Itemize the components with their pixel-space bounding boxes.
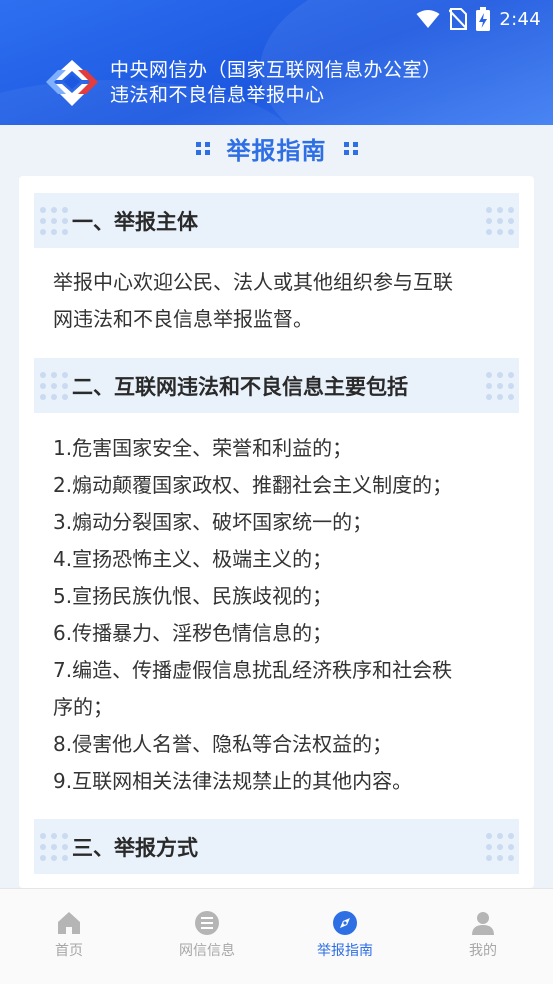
- content-types-list: 1.危害国家安全、荣誉和利益的； 2.煽动颠覆国家政权、推翻社会主义制度的； 3…: [53, 430, 513, 800]
- dots-decoration-icon: [486, 207, 514, 235]
- dots-decoration-icon: [40, 207, 68, 235]
- cac-logo: [46, 60, 98, 106]
- app-header: 2:44 中央网信办（国家互联网信息办公室） 违法和不良信息举报中心: [0, 0, 553, 125]
- section-title: 二、互联网违法和不良信息主要包括: [72, 374, 408, 399]
- tab-home[interactable]: 首页: [14, 909, 124, 960]
- bottom-tab-bar: 首页 网信信息 举报指南 我的: [0, 888, 553, 984]
- list-item: 序的；: [53, 695, 113, 719]
- org-name-line1: 中央网信办（国家互联网信息办公室）: [110, 59, 442, 81]
- compass-icon: [333, 911, 357, 935]
- body-line: 网违法和不良信息举报监督。: [53, 307, 313, 331]
- dots-decoration-icon: [486, 833, 514, 861]
- status-bar: 2:44: [416, 7, 541, 31]
- home-icon: [58, 912, 80, 934]
- list-item: 2.煽动颠覆国家政权、推翻社会主义制度的；: [53, 473, 453, 497]
- section-title: 一、举报主体: [72, 209, 198, 234]
- list-item: 5.宣扬民族仇恨、民族歧视的；: [53, 584, 333, 608]
- list-item: 6.传播暴力、淫秽色情信息的；: [53, 621, 333, 645]
- tab-mine[interactable]: 我的: [428, 909, 538, 960]
- list-item: 8.侵害他人名誉、隐私等合法权益的；: [53, 732, 393, 756]
- no-sim-icon: [449, 8, 468, 30]
- dots-decoration-icon: [486, 372, 514, 400]
- guide-card[interactable]: 一、举报主体 举报中心欢迎公民、法人或其他组织参与互联 网违法和不良信息举报监督…: [19, 176, 534, 888]
- tab-label: 网信信息: [179, 943, 235, 959]
- section-body-subject: 举报中心欢迎公民、法人或其他组织参与互联 网违法和不良信息举报监督。: [53, 264, 513, 338]
- section-header-content-types: 二、互联网违法和不良信息主要包括: [34, 358, 519, 413]
- tab-label: 首页: [55, 943, 83, 959]
- page-title: 举报指南: [0, 129, 553, 167]
- tab-label: 举报指南: [317, 943, 373, 959]
- body-line: 举报中心欢迎公民、法人或其他组织参与互联: [53, 270, 453, 294]
- dots-decoration-icon: [195, 142, 210, 155]
- wifi-icon: [416, 10, 440, 28]
- org-name: 中央网信办（国家互联网信息办公室） 违法和不良信息举报中心: [110, 58, 442, 108]
- tab-cac-info[interactable]: 网信信息: [152, 909, 262, 960]
- tab-label: 我的: [469, 943, 497, 959]
- list-item: 7.编造、传播虚假信息扰乱经济秩序和社会秩: [53, 658, 453, 682]
- list-item: 3.煽动分裂国家、破坏国家统一的；: [53, 510, 373, 534]
- tab-report-guide[interactable]: 举报指南: [290, 909, 400, 960]
- list-item: 9.互联网相关法律法规禁止的其他内容。: [53, 769, 413, 793]
- section-header-methods: 三、举报方式: [34, 819, 519, 874]
- dots-decoration-icon: [40, 372, 68, 400]
- page-title-text: 举报指南: [226, 136, 327, 165]
- list-icon: [195, 911, 219, 935]
- dots-decoration-icon: [343, 142, 358, 155]
- section-header-subject: 一、举报主体: [34, 193, 519, 248]
- list-item: 4.宣扬恐怖主义、极端主义的；: [53, 547, 333, 571]
- status-time: 2:44: [499, 8, 541, 30]
- list-item: 1.危害国家安全、荣誉和利益的；: [53, 436, 353, 460]
- org-name-line2: 违法和不良信息举报中心: [110, 84, 325, 106]
- battery-charging-icon: [476, 7, 491, 31]
- dots-decoration-icon: [40, 833, 68, 861]
- user-icon: [472, 912, 494, 935]
- section-title: 三、举报方式: [72, 835, 198, 860]
